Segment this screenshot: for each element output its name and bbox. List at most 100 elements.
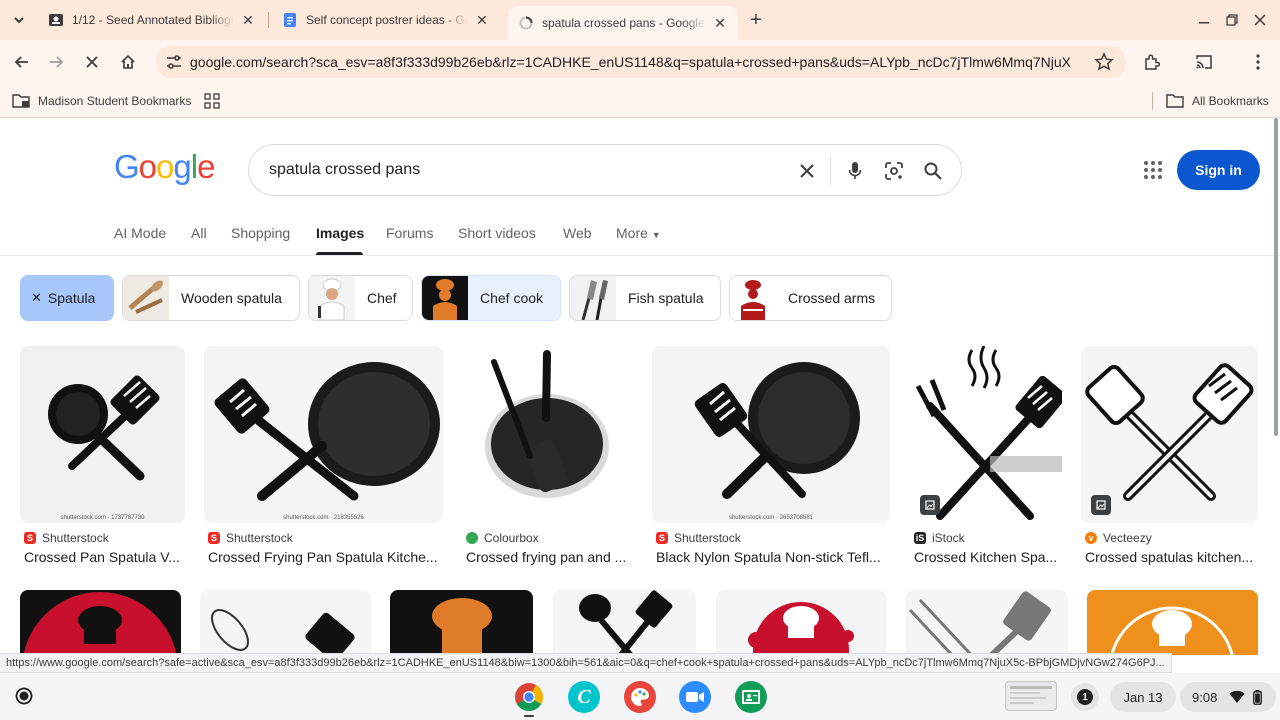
forward-button[interactable] (42, 48, 70, 76)
result-card[interactable]: iS iStock Crossed Kitchen Spa... (910, 346, 1062, 566)
result-source[interactable]: S Shutterstock (24, 531, 109, 545)
close-tab-icon[interactable]: ✕ (474, 12, 490, 28)
chip-crossed-arms[interactable]: Crossed arms (729, 275, 892, 321)
result-card[interactable]: shutterstock.com · 1737787730 S Shutters… (20, 346, 185, 566)
result-thumbnail[interactable]: shutterstock.com · 2653708581 (652, 346, 890, 523)
date-button[interactable]: Jan 13 (1110, 682, 1176, 712)
back-button[interactable] (8, 48, 36, 76)
result-card[interactable]: v Vecteezy Crossed spatulas kitchen... (1081, 346, 1258, 566)
chip-spatula[interactable]: ✕ Spatula (20, 275, 114, 321)
cast-button[interactable] (1190, 48, 1218, 76)
source-name: Shutterstock (674, 531, 741, 545)
page-scrollbar[interactable] (1274, 118, 1278, 436)
image-search-button[interactable] (882, 159, 906, 183)
canva-icon: C (577, 685, 591, 708)
tab-search-button[interactable] (6, 7, 32, 33)
result-source[interactable]: S Shutterstock (208, 531, 293, 545)
all-bookmarks-folder[interactable]: All Bookmarks (1166, 91, 1269, 111)
sign-in-button[interactable]: Sign in (1177, 150, 1260, 190)
bookmark-folder-madison[interactable]: Madison Student Bookmarks (12, 91, 191, 111)
result-title[interactable]: Crossed spatulas kitchen... (1085, 549, 1258, 565)
shelf-app-zoom[interactable] (679, 681, 711, 713)
chevron-down-icon (14, 17, 24, 24)
result-thumbnail[interactable] (390, 590, 533, 655)
result-thumbnail[interactable] (906, 590, 1068, 655)
tab-short-videos[interactable]: Short videos (458, 225, 536, 241)
close-tab-icon[interactable]: ✕ (240, 12, 256, 28)
result-thumbnail[interactable] (462, 346, 633, 523)
notification-button[interactable]: 1 (1071, 683, 1099, 711)
search-box[interactable]: spatula crossed pans (248, 144, 962, 196)
shelf-app-canva[interactable]: C (568, 681, 600, 713)
chef-cook-image (433, 279, 457, 320)
chrome-menu-button[interactable] (1244, 48, 1272, 76)
google-apps-icon[interactable] (1141, 158, 1165, 182)
shelf-app-chrome[interactable] (513, 681, 545, 713)
screenshot-preview[interactable] (1005, 681, 1057, 711)
new-tab-button[interactable]: + (744, 8, 768, 32)
search-input[interactable]: spatula crossed pans (269, 161, 420, 179)
restore-button[interactable] (1220, 8, 1244, 32)
shelf-app-classroom[interactable] (735, 681, 767, 713)
home-button[interactable] (114, 48, 142, 76)
chip-chef[interactable]: Chef (308, 275, 413, 321)
chip-wooden-spatula[interactable]: Wooden spatula (122, 275, 300, 321)
minimize-button[interactable] (1192, 8, 1216, 32)
result-title[interactable]: Black Nylon Spatula Non-stick Tefl... (656, 549, 890, 565)
tab-bibliography[interactable]: 1/12 - Seed Annotated Bibliography ✕ (38, 0, 266, 40)
result-thumbnail[interactable] (716, 590, 886, 655)
tab-web[interactable]: Web (563, 225, 592, 241)
result-card[interactable] (906, 590, 1068, 655)
result-title[interactable]: Crossed Kitchen Spa... (914, 549, 1062, 565)
close-window-button[interactable] (1248, 8, 1272, 32)
result-thumbnail[interactable] (1081, 346, 1258, 523)
clear-search-button[interactable] (795, 159, 819, 183)
bookmark-star-icon[interactable] (1094, 52, 1114, 72)
tab-images[interactable]: Images (316, 225, 364, 241)
result-thumbnail[interactable] (20, 590, 181, 655)
voice-search-button[interactable] (843, 159, 867, 183)
result-card[interactable] (20, 590, 181, 655)
result-card[interactable] (390, 590, 533, 655)
result-card[interactable] (553, 590, 696, 655)
result-card[interactable] (716, 590, 886, 655)
tab-google-docs[interactable]: Self concept postrer ideas - Google Docs… (272, 0, 500, 40)
tab-more[interactable]: More ▼ (616, 225, 661, 241)
result-thumbnail[interactable]: shutterstock.com · 218355526 (204, 346, 443, 523)
result-title[interactable]: Crossed Pan Spatula V... (24, 549, 185, 565)
result-thumbnail[interactable] (910, 346, 1062, 523)
chip-chef-cook[interactable]: Chef cook (421, 275, 561, 321)
system-tray-button[interactable]: 9:08 (1180, 682, 1276, 712)
stop-loading-button[interactable] (78, 48, 106, 76)
site-settings-icon[interactable] (164, 52, 184, 72)
apps-shortcut[interactable] (204, 91, 228, 111)
result-card[interactable] (1087, 590, 1258, 655)
shelf-app-paint[interactable] (624, 681, 656, 713)
tab-all[interactable]: All (191, 225, 207, 241)
result-source[interactable]: S Shutterstock (656, 531, 741, 545)
google-logo[interactable]: Google (114, 148, 215, 186)
extensions-button[interactable] (1138, 48, 1166, 76)
result-source[interactable]: iS iStock (914, 531, 965, 545)
tab-google-search[interactable]: spatula crossed pans - Google Search ✕ (508, 6, 738, 40)
tab-shopping[interactable]: Shopping (231, 225, 290, 241)
result-card[interactable]: Colourbox Crossed frying pan and ... (462, 346, 633, 566)
result-title[interactable]: Crossed frying pan and ... (466, 549, 633, 565)
result-source[interactable]: v Vecteezy (1085, 531, 1152, 545)
chip-fish-spatula[interactable]: Fish spatula (569, 275, 721, 321)
result-card[interactable] (200, 590, 371, 655)
result-thumbnail[interactable] (553, 590, 696, 655)
tab-forums[interactable]: Forums (386, 225, 433, 241)
address-bar[interactable]: google.com/search?sca_esv=a8f3f333d99b26… (156, 46, 1126, 78)
result-title[interactable]: Crossed Frying Pan Spatula Kitche... (208, 549, 443, 565)
result-thumbnail[interactable] (200, 590, 371, 655)
result-card[interactable]: shutterstock.com · 2653708581 S Shutters… (652, 346, 890, 566)
result-card[interactable]: shutterstock.com · 218355526 S Shutterst… (204, 346, 443, 566)
result-thumbnail[interactable] (1087, 590, 1258, 655)
close-tab-icon[interactable]: ✕ (712, 15, 728, 31)
result-source[interactable]: Colourbox (466, 531, 539, 545)
result-thumbnail[interactable]: shutterstock.com · 1737787730 (20, 346, 185, 523)
search-button[interactable] (921, 159, 945, 183)
tab-ai-mode[interactable]: AI Mode (114, 225, 166, 241)
launcher-button[interactable] (12, 684, 36, 708)
